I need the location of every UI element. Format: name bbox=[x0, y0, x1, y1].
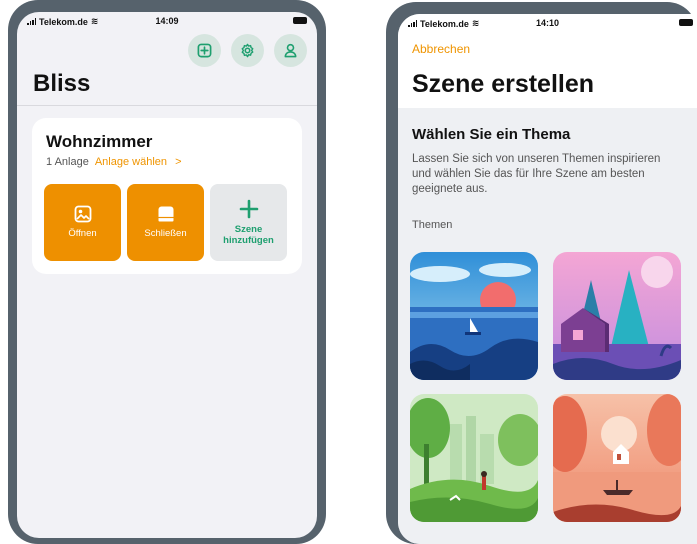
signal-icon bbox=[408, 20, 417, 27]
add-button[interactable] bbox=[188, 34, 221, 67]
themes-label: Themen bbox=[412, 219, 453, 231]
scene-open-button[interactable]: Öffnen bbox=[44, 184, 121, 261]
scene-close-button[interactable]: Schließen bbox=[127, 184, 204, 261]
phone-frame-right: Telekom.de ≋ 14:10 Abbrechen Szene erste… bbox=[386, 2, 697, 544]
sea-sunset-theme-image bbox=[410, 252, 538, 380]
page-title: Szene erstellen bbox=[412, 70, 595, 98]
scene-close-label: Schließen bbox=[144, 228, 187, 240]
carrier-info: Telekom.de ≋ bbox=[408, 18, 479, 29]
section-description: Lassen Sie sich von unseren Themen inspi… bbox=[412, 153, 661, 195]
status-bar: Telekom.de ≋ 14:10 bbox=[398, 14, 697, 34]
scene-open-label: Öffnen bbox=[68, 228, 97, 240]
plus-icon bbox=[239, 199, 258, 218]
wifi-icon: ≋ bbox=[471, 18, 480, 28]
section-heading: Wählen Sie ein Thema bbox=[412, 126, 571, 143]
autumn-lake-theme-image bbox=[553, 394, 681, 522]
gear-icon bbox=[241, 43, 254, 58]
add-scene-label: Szene hinzufügen bbox=[223, 223, 274, 246]
room-subtitle: 1 Anlage Anlage wählen > bbox=[46, 156, 182, 168]
screen-create-scene: Telekom.de ≋ 14:10 Abbrechen Szene erste… bbox=[398, 14, 697, 544]
select-device-link[interactable]: Anlage wählen > bbox=[95, 156, 182, 168]
header-actions bbox=[188, 34, 307, 67]
lake-house-theme-image bbox=[553, 252, 681, 380]
close-scene-icon bbox=[158, 206, 173, 222]
battery-icon bbox=[293, 17, 307, 24]
header-divider bbox=[17, 105, 317, 106]
status-time: 14:09 bbox=[155, 16, 179, 26]
phone-frame-left: Telekom.de ≋ 14:09 Bliss Wohnzimmer 1 An… bbox=[8, 0, 326, 544]
chevron-right-icon: > bbox=[175, 156, 182, 168]
profile-button[interactable] bbox=[274, 34, 307, 67]
page-title: Bliss bbox=[33, 70, 91, 97]
device-count: 1 Anlage bbox=[46, 156, 89, 168]
open-scene-icon bbox=[74, 205, 91, 223]
status-bar: Telekom.de ≋ 14:09 bbox=[17, 12, 317, 32]
add-scene-button[interactable]: Szene hinzufügen bbox=[210, 184, 287, 261]
room-card: Wohnzimmer 1 Anlage Anlage wählen > Öffn… bbox=[32, 118, 302, 274]
select-device-label: Anlage wählen bbox=[94, 156, 167, 168]
cancel-button[interactable]: Abbrechen bbox=[412, 42, 470, 56]
signal-icon bbox=[27, 18, 36, 25]
user-icon bbox=[284, 43, 297, 58]
theme-tile-lake-house[interactable] bbox=[553, 252, 681, 380]
settings-button[interactable] bbox=[231, 34, 264, 67]
carrier-name: Telekom.de bbox=[420, 18, 469, 29]
status-time: 14:10 bbox=[535, 18, 560, 28]
city-park-theme-image bbox=[410, 394, 538, 522]
room-name: Wohnzimmer bbox=[46, 132, 153, 151]
screen-home: Telekom.de ≋ 14:09 Bliss Wohnzimmer 1 An… bbox=[17, 12, 317, 538]
theme-tile-autumn-lake[interactable] bbox=[553, 394, 681, 522]
theme-tile-sea-sunset[interactable] bbox=[410, 252, 538, 380]
add-icon bbox=[197, 43, 212, 58]
wifi-icon: ≋ bbox=[90, 16, 99, 26]
battery-icon bbox=[679, 19, 693, 26]
theme-tile-city-park[interactable] bbox=[410, 394, 538, 522]
carrier-name: Telekom.de bbox=[39, 16, 88, 27]
carrier-info: Telekom.de ≋ bbox=[27, 16, 98, 27]
canvas: Telekom.de ≋ 14:09 Bliss Wohnzimmer 1 An… bbox=[0, 0, 697, 544]
